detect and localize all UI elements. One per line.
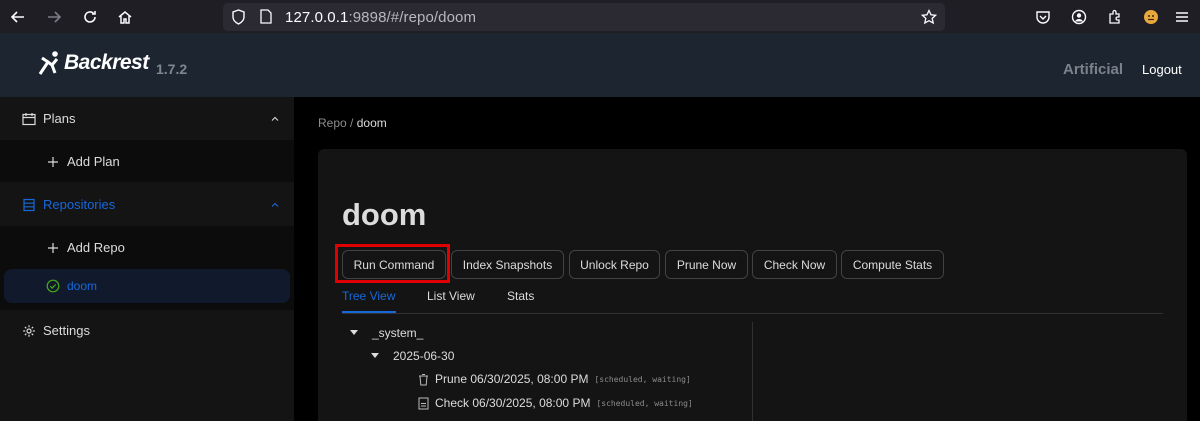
compute-stats-button[interactable]: Compute Stats (841, 250, 944, 279)
sidebar-item-label: Settings (43, 322, 90, 338)
app-name: Backrest (64, 51, 149, 74)
pocket-icon[interactable] (1033, 7, 1053, 27)
forward-arrow-icon[interactable] (44, 7, 64, 27)
tab-list-view[interactable]: List View (427, 289, 475, 303)
trash-icon (419, 373, 428, 385)
back-arrow-icon[interactable] (8, 7, 28, 27)
shield-icon[interactable] (231, 9, 246, 25)
sidebar-item-add-plan[interactable]: Add Plan (0, 140, 294, 182)
tree-node-op[interactable]: Check 06/30/2025, 08:00 PM [scheduled, w… (418, 396, 693, 410)
extension-avatar-icon[interactable] (1141, 7, 1161, 27)
breadcrumb-separator: / (350, 116, 354, 130)
caret-down-icon (371, 353, 379, 358)
plus-icon (46, 155, 60, 169)
url-text: 127.0.0.1:9898/#/repo/doom (285, 9, 477, 26)
sidebar-item-label: Plans (43, 110, 76, 126)
prune-now-button[interactable]: Prune Now (665, 250, 748, 279)
backrest-logo-icon (38, 51, 59, 75)
tree-node-date[interactable]: 2025-06-30 (371, 349, 454, 363)
caret-down-icon (350, 330, 358, 335)
page-title: doom (342, 197, 427, 232)
tree-node-label: 2025-06-30 (393, 349, 455, 363)
tab-tree-view[interactable]: Tree View (342, 289, 395, 303)
app-version: 1.7.2 (156, 61, 188, 77)
sidebar-item-label: doom (67, 279, 98, 293)
gear-icon (22, 324, 36, 338)
chevron-up-icon (270, 200, 280, 210)
sidebar-item-label: Repositories (43, 196, 116, 212)
op-label: Check 06/30/2025, 08:00 PM (435, 396, 591, 410)
sidebar-item-repo-doom[interactable]: doom (4, 269, 290, 303)
check-circle-icon (46, 279, 60, 293)
logout-link[interactable]: Logout (1142, 62, 1182, 77)
sidebar-item-repositories[interactable]: Repositories (0, 183, 294, 225)
sidebar-item-label: Add Repo (67, 239, 125, 255)
reload-icon[interactable] (80, 7, 100, 27)
tree-node-op[interactable]: Prune 06/30/2025, 08:00 PM [scheduled, w… (418, 372, 691, 386)
breadcrumb-current: doom (356, 116, 387, 130)
browser-toolbar: 127.0.0.1:9898/#/repo/doom (0, 0, 1200, 33)
sidebar: Plans Add Plan Repositories Add Repo doo… (0, 97, 294, 421)
op-label: Prune 06/30/2025, 08:00 PM (435, 372, 589, 386)
menu-icon[interactable] (1172, 7, 1192, 27)
account-icon[interactable] (1069, 7, 1089, 27)
extensions-icon[interactable] (1105, 7, 1125, 27)
op-status: [scheduled, waiting] (594, 374, 691, 384)
url-bar[interactable]: 127.0.0.1:9898/#/repo/doom (223, 3, 945, 31)
sidebar-item-add-repo[interactable]: Add Repo (0, 226, 294, 268)
sidebar-item-settings[interactable]: Settings (0, 309, 294, 351)
tree-node-system[interactable]: _system_ (350, 326, 423, 340)
calendar-icon (22, 112, 36, 126)
check-now-button[interactable]: Check Now (752, 250, 837, 279)
database-icon (22, 198, 36, 212)
instance-name: Artificial (1063, 61, 1124, 78)
plus-icon (46, 241, 60, 255)
bookmark-star-icon[interactable] (921, 9, 937, 25)
sidebar-item-label: Add Plan (67, 153, 120, 169)
check-doc-icon (418, 397, 429, 409)
highlight-box (335, 244, 450, 283)
tree-panel-divider (752, 322, 753, 421)
breadcrumb: Repo / doom (318, 116, 387, 130)
home-icon[interactable] (115, 7, 135, 27)
sidebar-item-plans[interactable]: Plans (0, 97, 294, 139)
index-snapshots-button[interactable]: Index Snapshots (451, 250, 564, 279)
op-status: [scheduled, waiting] (596, 398, 693, 408)
tree-node-label: _system_ (372, 326, 424, 340)
tab-active-indicator (342, 311, 396, 313)
page-info-icon[interactable] (260, 9, 272, 24)
chevron-up-icon (270, 114, 280, 124)
tab-stats[interactable]: Stats (507, 289, 534, 303)
tab-divider (342, 313, 1163, 314)
unlock-repo-button[interactable]: Unlock Repo (569, 250, 660, 279)
breadcrumb-parent[interactable]: Repo (318, 116, 347, 130)
app-logo[interactable]: Backrest (38, 50, 149, 76)
